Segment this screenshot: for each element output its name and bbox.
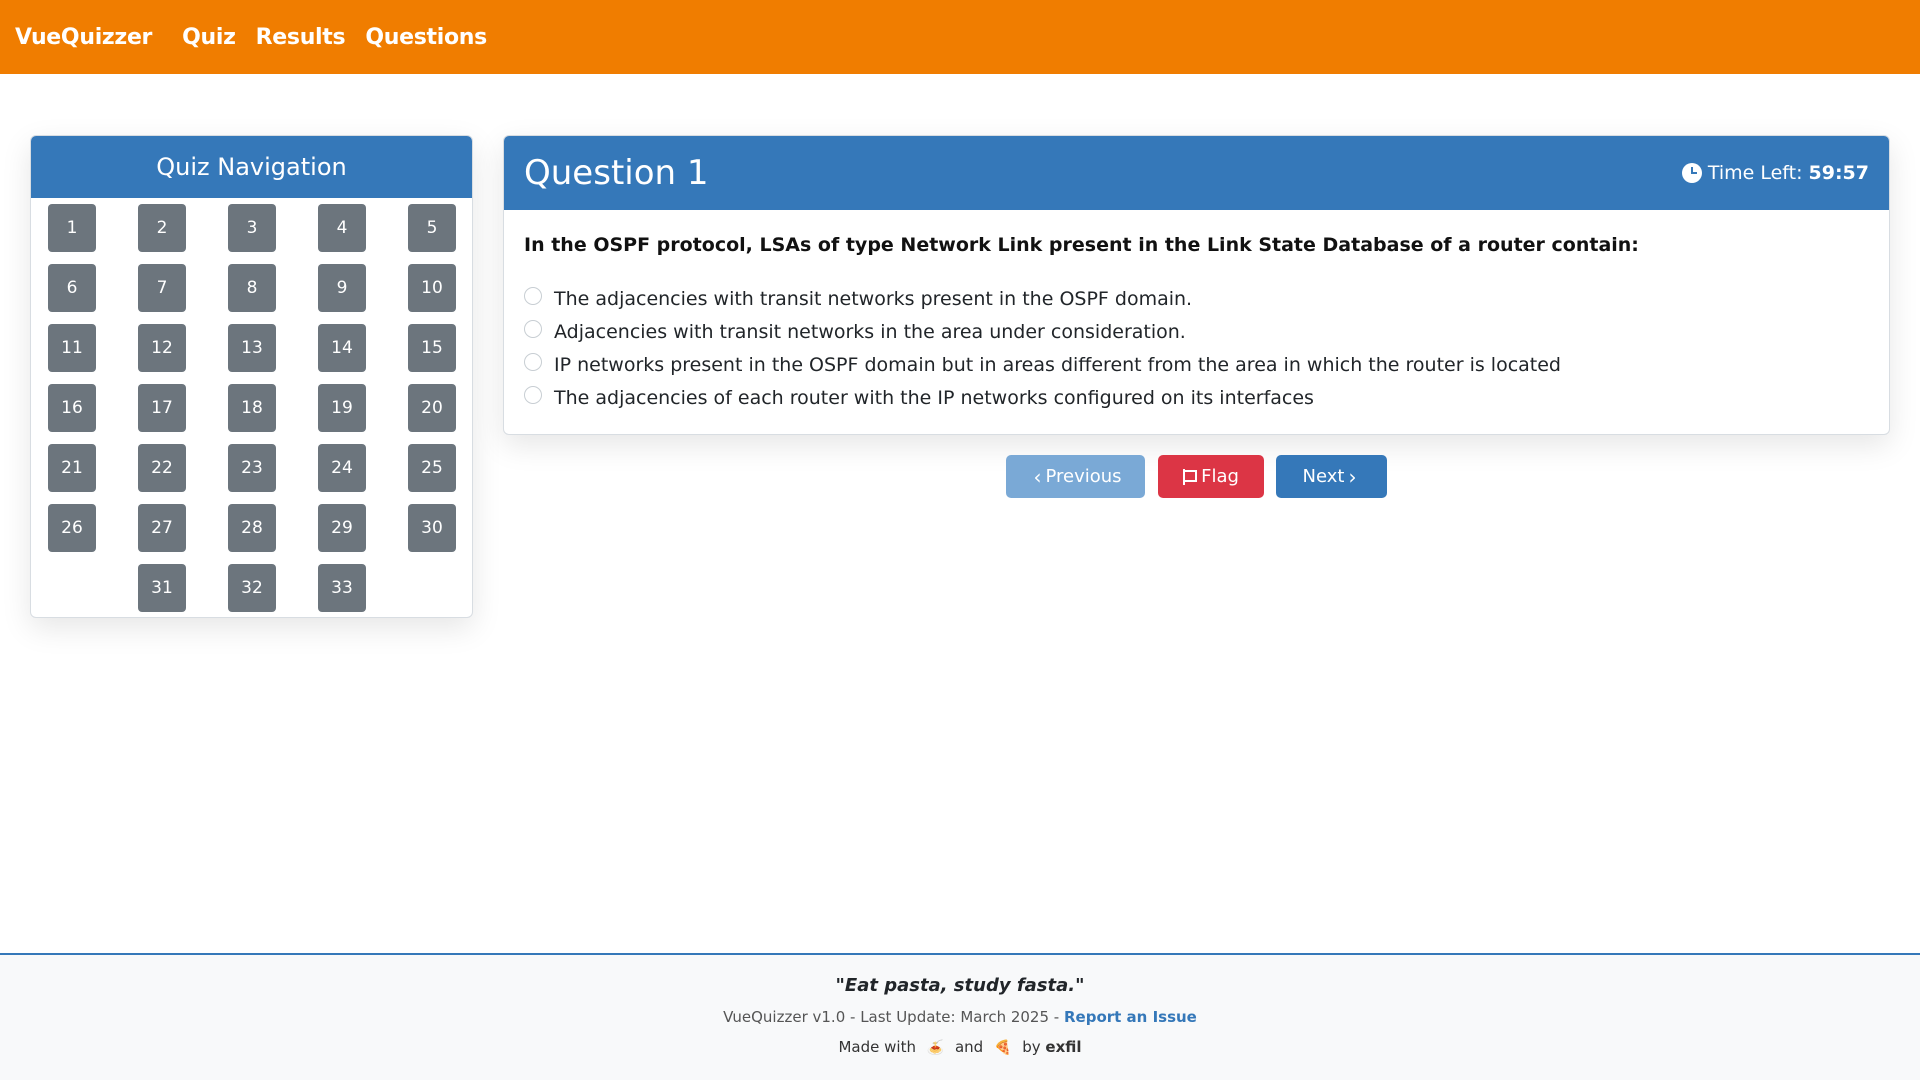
- clock-icon: [1681, 163, 1702, 183]
- quiz-navigation-card: Quiz Navigation 1 2 3 4 5 6 7 8 9 10 11 12 13 14 15 16 1…: [30, 135, 473, 618]
- pasta-icon: 🍝: [926, 1040, 945, 1056]
- question-nav-button[interactable]: 14: [318, 324, 366, 372]
- question-nav-button[interactable]: 21: [48, 444, 96, 492]
- question-nav-button[interactable]: 12: [138, 324, 186, 372]
- question-nav-button[interactable]: 11: [48, 324, 96, 372]
- question-card: Question 1 Time Left: 59:57 In the OSPF …: [503, 135, 1890, 435]
- previous-label: Previous: [1045, 466, 1122, 487]
- timer-label: Time Left:: [1707, 162, 1803, 184]
- question-nav-button[interactable]: 31: [138, 564, 186, 612]
- flag-label: Flag: [1201, 466, 1239, 487]
- brand-link[interactable]: VueQuizzer: [15, 25, 152, 50]
- question-nav-button[interactable]: 17: [138, 384, 186, 432]
- question-nav-button[interactable]: 13: [228, 324, 276, 372]
- footer-meta: VueQuizzer v1.0 - Last Update: March 202…: [0, 1008, 1920, 1026]
- footer-version: VueQuizzer v1.0 - Last Update: March 202…: [723, 1008, 1060, 1026]
- radio-button[interactable]: [524, 286, 542, 305]
- answer-option[interactable]: Adjacencies with transit networks in the…: [524, 315, 1869, 348]
- question-nav-button[interactable]: 25: [408, 444, 456, 492]
- flag-icon: [1183, 468, 1198, 485]
- question-nav-button[interactable]: 27: [138, 504, 186, 552]
- flag-button[interactable]: Flag: [1158, 455, 1264, 498]
- and-label: and: [954, 1038, 984, 1056]
- question-nav-button[interactable]: 2: [138, 204, 186, 252]
- question-nav-button[interactable]: 19: [318, 384, 366, 432]
- quiz-navigation-title: Quiz Navigation: [31, 136, 472, 198]
- timer: Time Left: 59:57: [1681, 162, 1869, 184]
- question-body: In the OSPF protocol, LSAs of type Netwo…: [504, 210, 1889, 434]
- question-text: In the OSPF protocol, LSAs of type Netwo…: [524, 234, 1639, 256]
- answer-option-label: Adjacencies with transit networks in the…: [554, 320, 1186, 343]
- question-nav-button[interactable]: 20: [408, 384, 456, 432]
- question-nav-button[interactable]: 4: [318, 204, 366, 252]
- top-navbar: VueQuizzer Quiz Results Questions: [0, 0, 1920, 74]
- radio-button[interactable]: [524, 319, 542, 338]
- chevron-left-icon: ‹: [1033, 464, 1042, 489]
- question-nav-button[interactable]: 15: [408, 324, 456, 372]
- answer-option-label: The adjacencies with transit networks pr…: [554, 287, 1193, 310]
- answer-option[interactable]: IP networks present in the OSPF domain b…: [524, 348, 1869, 381]
- footer-credits: Made with 🍝 and 🍕 by exfil: [0, 1038, 1920, 1056]
- author-name: exfil: [1045, 1038, 1082, 1056]
- question-nav-button[interactable]: 1: [48, 204, 96, 252]
- made-with-label: Made with: [838, 1038, 916, 1056]
- question-nav-button[interactable]: 8: [228, 264, 276, 312]
- radio-button[interactable]: [524, 385, 542, 404]
- question-nav-button[interactable]: 5: [408, 204, 456, 252]
- question-nav-button[interactable]: 33: [318, 564, 366, 612]
- question-nav-button[interactable]: 26: [48, 504, 96, 552]
- question-nav-button[interactable]: 10: [408, 264, 456, 312]
- footer: "Eat pasta, study fasta." VueQuizzer v1.…: [0, 953, 1920, 1080]
- answer-option-label: The adjacencies of each router with the …: [554, 386, 1314, 409]
- chevron-right-icon: ›: [1348, 464, 1357, 489]
- answer-option[interactable]: The adjacencies of each router with the …: [524, 381, 1869, 414]
- question-nav-button[interactable]: 22: [138, 444, 186, 492]
- question-nav-button[interactable]: 3: [228, 204, 276, 252]
- answer-option[interactable]: The adjacencies with transit networks pr…: [524, 282, 1869, 315]
- question-grid: 1 2 3 4 5 6 7 8 9 10 11 12 13 14 15 16 17 18 19 20 21 22 23 24 2…: [31, 198, 472, 617]
- question-nav-button[interactable]: 28: [228, 504, 276, 552]
- question-nav-button[interactable]: 32: [228, 564, 276, 612]
- question-nav-button[interactable]: 18: [228, 384, 276, 432]
- question-nav-button[interactable]: 23: [228, 444, 276, 492]
- question-title: Question 1: [524, 153, 709, 193]
- question-nav-button[interactable]: 7: [138, 264, 186, 312]
- question-nav-button[interactable]: 9: [318, 264, 366, 312]
- question-header: Question 1 Time Left: 59:57: [504, 136, 1889, 210]
- report-issue-link[interactable]: Report an Issue: [1064, 1008, 1197, 1026]
- next-label: Next: [1302, 466, 1345, 487]
- pizza-icon: 🍕: [993, 1040, 1012, 1056]
- nav-link-quiz[interactable]: Quiz: [182, 25, 236, 50]
- radio-button[interactable]: [524, 352, 542, 371]
- question-nav-button[interactable]: 6: [48, 264, 96, 312]
- question-nav-button[interactable]: 16: [48, 384, 96, 432]
- question-nav-button[interactable]: 29: [318, 504, 366, 552]
- next-button[interactable]: Next ›: [1276, 455, 1387, 498]
- answer-option-label: IP networks present in the OSPF domain b…: [554, 353, 1561, 376]
- nav-link-results[interactable]: Results: [256, 25, 346, 50]
- footer-quote: "Eat pasta, study fasta.": [835, 975, 1085, 996]
- by-label: by: [1022, 1038, 1041, 1056]
- question-nav-button[interactable]: 30: [408, 504, 456, 552]
- previous-button[interactable]: ‹ Previous: [1006, 455, 1145, 498]
- nav-link-questions[interactable]: Questions: [365, 25, 487, 50]
- question-nav-button[interactable]: 24: [318, 444, 366, 492]
- timer-value: 59:57: [1808, 162, 1869, 184]
